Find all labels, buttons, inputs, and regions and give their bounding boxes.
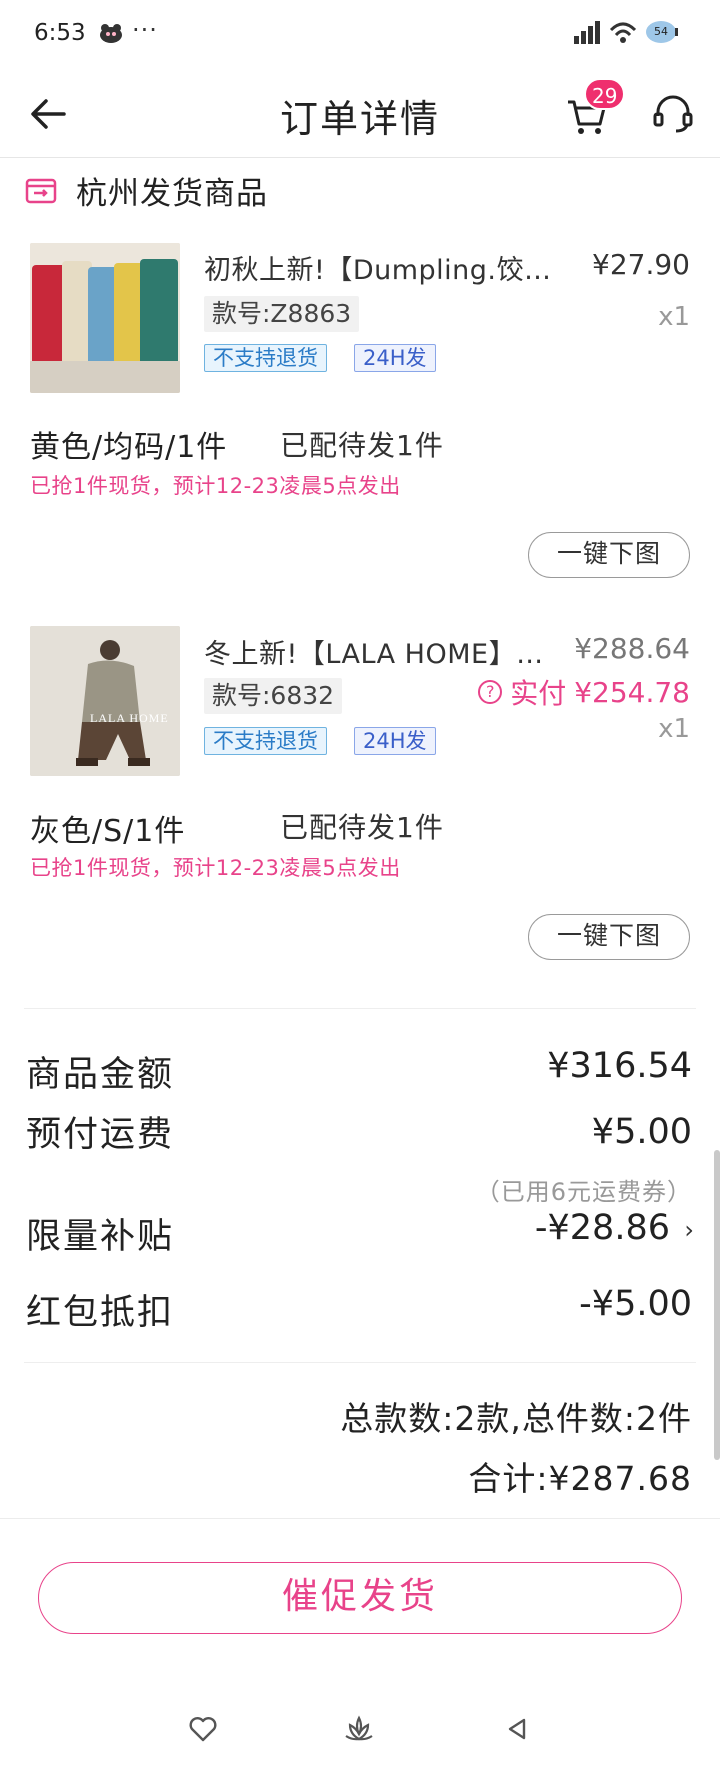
divider: [24, 1362, 696, 1363]
ship-24h-tag: 24H发: [354, 727, 436, 755]
goods-amount-label: 商品金额: [26, 1055, 175, 1095]
product-code: 款号:6832: [204, 678, 343, 714]
section-label: 杭州发货商品: [76, 175, 268, 212]
product-quantity: x1: [658, 302, 690, 332]
order-total: 合计:¥287.68: [468, 1459, 692, 1498]
shipping-notice: 已抢1件现货，预计12-23凌晨5点发出: [30, 474, 401, 498]
no-return-tag: 不支持退货: [204, 727, 327, 755]
customer-service-button[interactable]: [650, 90, 696, 136]
download-images-button[interactable]: 一键下图: [528, 914, 690, 960]
signal-icon: [572, 18, 602, 50]
product-original-price: ¥288.64: [574, 632, 690, 665]
battery-level: 54: [654, 25, 668, 38]
ship-24h-tag: 24H发: [354, 344, 436, 372]
top-nav-bar: 订单详情 29: [0, 70, 720, 158]
goods-amount-value: ¥316.54: [547, 1046, 692, 1086]
allocation-status: 已配待发1件: [280, 429, 444, 462]
chevron-right-icon[interactable]: ›: [684, 1216, 694, 1244]
heart-icon[interactable]: [186, 1712, 220, 1746]
subsidy-label: 限量补贴: [26, 1217, 175, 1257]
red-packet-value: -¥5.00: [579, 1284, 692, 1324]
warehouse-section-header: 杭州发货商品: [24, 166, 268, 214]
lotus-icon[interactable]: [342, 1712, 376, 1746]
headset-icon: [653, 95, 693, 133]
paid-price: ? 实付 ¥254.78: [478, 672, 690, 712]
divider: [24, 1008, 696, 1009]
download-images-button[interactable]: 一键下图: [528, 532, 690, 578]
scrollbar[interactable]: [714, 1150, 720, 1460]
product-title[interactable]: 冬上新!【LALA HOME】…: [204, 632, 564, 671]
shipping-fee-value: ¥5.00: [591, 1112, 692, 1152]
divider: [0, 1518, 720, 1519]
battery-icon: 54: [644, 18, 680, 50]
subsidy-value: -¥28.86: [534, 1208, 670, 1248]
status-icons: 54: [572, 18, 680, 50]
paid-amount: ¥254.78: [574, 675, 690, 709]
product-quantity: x1: [658, 714, 690, 744]
more-notifications-icon: ···: [132, 16, 158, 44]
product-title[interactable]: 初秋上新!【Dumpling.饺子】…: [204, 248, 564, 287]
paid-label: 实付: [510, 677, 567, 710]
shipping-fee-label: 预付运费: [26, 1115, 175, 1155]
svg-text:LALA HOME: LALA HOME: [90, 711, 169, 725]
shipping-coupon-note: （已用6元运费券）: [475, 1178, 692, 1206]
system-nav-bar: [0, 1712, 720, 1756]
red-packet-label: 红包抵扣: [26, 1293, 175, 1333]
urge-shipping-button[interactable]: 催促发货: [38, 1562, 682, 1634]
help-question-icon[interactable]: ?: [478, 680, 503, 704]
status-bar: 6:53 ··· 54: [0, 0, 720, 70]
shipping-notice: 已抢1件现货，预计12-23凌晨5点发出: [30, 856, 401, 880]
status-time: 6:53: [34, 20, 86, 46]
wifi-icon: [608, 18, 638, 50]
cart-count-badge: 29: [584, 78, 626, 110]
product-image[interactable]: LALA HOME: [30, 626, 180, 776]
item-count-summary: 总款数:2款,总件数:2件: [340, 1399, 692, 1438]
back-triangle-icon[interactable]: [500, 1712, 534, 1746]
no-return-tag: 不支持退货: [204, 344, 327, 372]
allocation-status: 已配待发1件: [280, 811, 444, 844]
shipping-box-icon: [25, 178, 57, 204]
product-code: 款号:Z8863: [204, 296, 360, 332]
product-spec: 黄色/均码/1件: [30, 430, 228, 465]
product-price: ¥27.90: [592, 248, 690, 281]
product-image[interactable]: [30, 243, 180, 393]
product-spec: 灰色/S/1件: [30, 814, 186, 849]
app-notification-icon: [98, 22, 124, 48]
